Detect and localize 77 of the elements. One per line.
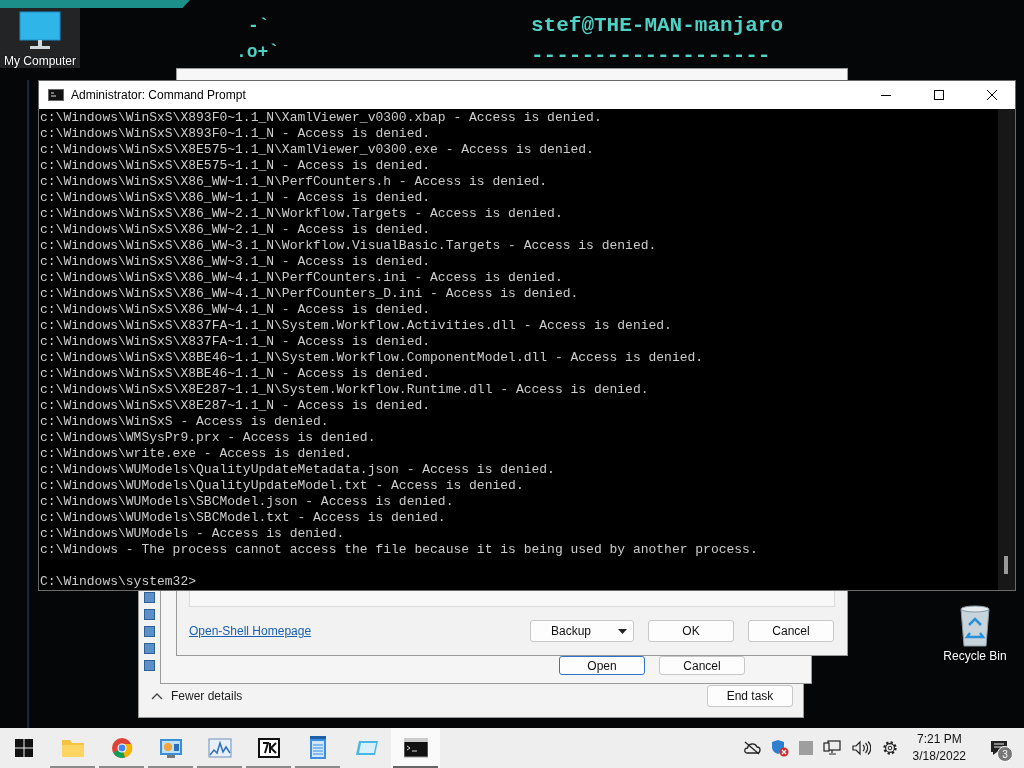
end-task-button[interactable]: End task xyxy=(707,685,793,707)
separator-line: ------------------- xyxy=(531,44,771,68)
desktop-icon[interactable]: My Computer xyxy=(0,8,80,68)
console-line: c:\Windows\WinSxS\X8E287~1.1_N\System.Workflow.Runtime.dll - Access is denied. xyxy=(40,382,649,398)
clock[interactable]: 7:21 PM 3/18/2022 xyxy=(908,731,970,765)
console-line: c:\Windows\WinSxS\X86_WW~1.1_N - Access is denied. xyxy=(40,190,431,206)
dialog-button[interactable]: Cancel xyxy=(659,656,745,675)
folder-icon xyxy=(60,738,85,758)
monitor-icon xyxy=(18,8,62,52)
desktop-icon[interactable]: Recycle Bin xyxy=(935,603,1015,663)
console-line: c:\Windows\WUModels\SBCModel.txt - Access is denied. xyxy=(40,510,446,526)
performance-graph-icon xyxy=(207,738,232,758)
recycle-bin-icon xyxy=(957,603,993,647)
console-line: c:\Windows\WinSxS\X86_WW~2.1_N - Access is denied. xyxy=(40,222,431,238)
notepad-icon xyxy=(307,736,328,760)
dialog-button[interactable]: Cancel xyxy=(748,620,834,642)
console-line: c:\Windows\WinSxS\X86_WW~4.1_N - Access is denied. xyxy=(40,302,431,318)
console-line: c:\Windows - The process cannot access the file because it is being used by another process. xyxy=(40,542,758,558)
console-line: c:\Windows\WinSxS\X893F0~1.1_N - Access is denied. xyxy=(40,126,431,142)
caret-icon xyxy=(618,628,627,634)
window-app-icon xyxy=(354,738,379,758)
cloud-offline-icon[interactable] xyxy=(742,741,761,755)
dialog-button[interactable]: Open xyxy=(559,656,645,675)
process-icon xyxy=(144,643,155,654)
console-line: c:\Windows\WinSxS\X8E575~1.1_N\XamlViewer_v0300.exe - Access is denied. xyxy=(40,142,594,158)
console-line: c:\Windows\WinSxS\X893F0~1.1_N\XamlViewer_v0300.xbap - Access is denied. xyxy=(40,110,602,126)
scrollbar[interactable] xyxy=(998,109,1015,590)
console-line: c:\Windows\WinSxS\X86_WW~3.1_N\Workflow.VisualBasic.Targets - Access is denied. xyxy=(40,238,657,254)
ascii-art: -` xyxy=(248,16,270,36)
terminal-icon xyxy=(48,89,64,101)
console-line: c:\Windows\WinSxS\X837FA~1.1_N - Access is denied. xyxy=(40,334,431,350)
volume-icon[interactable] xyxy=(850,740,871,756)
console-line: c:\Windows\WUModels\SBCModel.json - Access is denied. xyxy=(40,494,454,510)
console-line: c:\Windows\WinSxS\X8E287~1.1_N - Access is denied. xyxy=(40,398,431,414)
console-line: c:\Windows\WinSxS - Access is denied. xyxy=(40,414,329,430)
process-icon xyxy=(144,626,155,637)
console-line: c:\Windows\WinSxS\X86_WW~3.1_N - Access is denied. xyxy=(40,254,431,270)
process-icon xyxy=(144,609,155,620)
control-panel-icon xyxy=(158,737,183,759)
console-line: c:\Windows\WUModels\QualityUpdateModel.txt - Access is denied. xyxy=(40,478,524,494)
desktop-icon-label: My Computer xyxy=(4,54,76,68)
console-line: c:\Windows\WinSxS\X837FA~1.1_N\System.Workflow.Activities.dll - Access is denied. xyxy=(40,318,672,334)
fewer-details-toggle[interactable]: Fewer details xyxy=(171,689,699,703)
dialog-button[interactable]: OK xyxy=(648,620,734,642)
backup-dropdown[interactable]: Backup xyxy=(530,620,634,642)
console-line: c:\Windows\WinSxS\X8BE46~1.1_N\System.Workflow.ComponentModel.dll - Access is denied. xyxy=(40,350,704,366)
maximize-icon xyxy=(934,90,944,100)
taskbar-app[interactable] xyxy=(391,728,440,768)
settings-icon[interactable] xyxy=(880,739,899,757)
console-line: c:\Windows\WMSysPr9.prx - Access is denied. xyxy=(40,430,376,446)
notifications-button[interactable]: 3 xyxy=(980,728,1018,768)
window-title: Administrator: Command Prompt xyxy=(71,88,247,102)
desktop-icon-label: Recycle Bin xyxy=(943,649,1007,663)
console-line: c:\Windows\WUModels\QualityUpdateMetadata.json - Access is denied. xyxy=(40,462,555,478)
archive-app-icon xyxy=(256,737,281,759)
command-prompt[interactable]: C:\Windows\system32> xyxy=(40,574,197,590)
console-line: c:\Windows\WinSxS\X86_WW~2.1_N\Workflow.Targets - Access is denied. xyxy=(40,206,563,222)
terminal-icon xyxy=(403,738,428,758)
process-icon xyxy=(144,660,155,671)
close-icon xyxy=(987,90,997,100)
user-host-label: stef@THE-MAN-manjaro xyxy=(531,14,784,37)
windows-logo-icon xyxy=(15,739,33,757)
chevron-icon[interactable] xyxy=(151,692,163,700)
homepage-link[interactable]: Open-Shell Homepage xyxy=(189,624,516,638)
process-icon xyxy=(144,592,155,603)
shield-warning-icon[interactable] xyxy=(770,739,789,757)
browser-icon xyxy=(110,737,133,759)
notification-count: 3 xyxy=(997,746,1013,762)
console-line: c:\Windows\WinSxS\X86_WW~1.1_N\PerfCounters.h - Access is denied. xyxy=(40,174,548,190)
console-line: c:\Windows\write.exe - Access is denied. xyxy=(40,446,353,462)
console-line: c:\Windows\WinSxS\X8E575~1.1_N - Access is denied. xyxy=(40,158,431,174)
console-line: c:\Windows\WinSxS\X86_WW~4.1_N\PerfCounters.ini - Access is denied. xyxy=(40,270,563,286)
network-icon[interactable] xyxy=(822,740,841,756)
console-line: c:\Windows\WinSxS\X8BE46~1.1_N - Access is denied. xyxy=(40,366,431,382)
console-line: c:\Windows\WinSxS\X86_WW~4.1_N\PerfCounters_D.ini - Access is denied. xyxy=(40,286,579,302)
ascii-art: .o+` xyxy=(236,42,280,62)
console-line: c:\Windows\WUModels - Access is denied. xyxy=(40,526,345,542)
